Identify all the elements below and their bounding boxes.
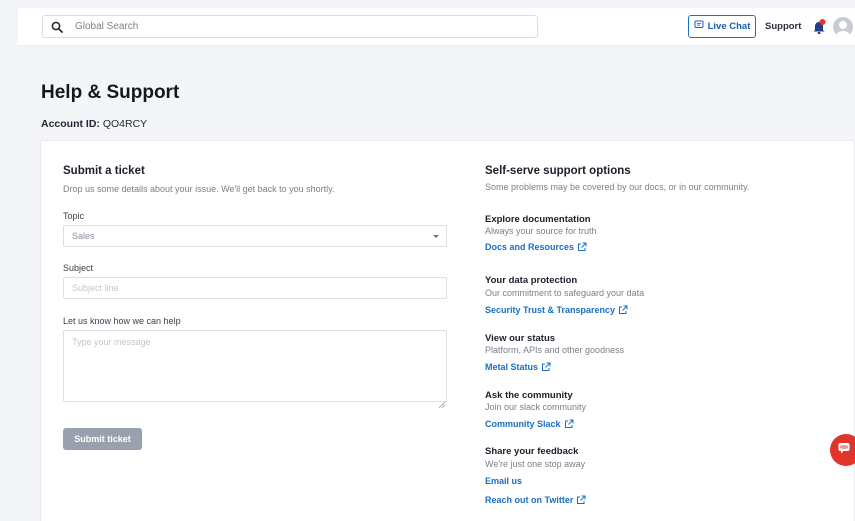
- chat-icon: [694, 20, 704, 33]
- link-label: Community Slack: [485, 419, 561, 429]
- chevron-down-icon: [433, 235, 439, 238]
- support-card: Submit a ticket Drop us some details abo…: [40, 140, 855, 521]
- link-label: Reach out on Twitter: [485, 495, 574, 505]
- external-link-icon: [577, 242, 587, 252]
- option-title: Ask the community: [485, 390, 573, 401]
- option-desc: Platform, APIs and other goodness: [485, 345, 625, 355]
- global-search[interactable]: [42, 15, 538, 38]
- page-title: Help & Support: [41, 82, 180, 103]
- top-bar: Live Chat Support: [18, 8, 855, 46]
- external-link-icon: [564, 419, 574, 429]
- live-chat-label: Live Chat: [707, 21, 751, 32]
- chat-bubble-icon: [838, 441, 850, 459]
- resize-grip-icon[interactable]: [438, 395, 446, 409]
- option-title: Explore documentation: [485, 214, 591, 225]
- option-desc: Our commitment to safeguard your data: [485, 288, 645, 298]
- external-link-icon: [541, 362, 551, 372]
- external-link-icon: [618, 305, 628, 315]
- account-id: Account ID: QO4RCY: [41, 118, 147, 130]
- search-icon: [51, 20, 65, 34]
- message-label: Let us know how we can help: [63, 316, 181, 326]
- external-link-icon: [576, 495, 586, 505]
- ticket-title: Submit a ticket: [63, 165, 145, 177]
- option-desc: Join our slack community: [485, 402, 587, 412]
- option-title: Your data protection: [485, 275, 578, 286]
- account-id-label: Account ID:: [41, 118, 100, 130]
- help-chat-fab[interactable]: [830, 434, 855, 466]
- metal-status-link[interactable]: Metal Status: [485, 362, 551, 372]
- live-chat-button[interactable]: Live Chat: [688, 15, 756, 38]
- self-serve-title: Self-serve support options: [485, 165, 631, 177]
- search-input[interactable]: [75, 21, 515, 32]
- twitter-link[interactable]: Reach out on Twitter: [485, 495, 586, 505]
- submit-ticket-button[interactable]: Submit ticket: [63, 428, 142, 450]
- support-link[interactable]: Support: [765, 21, 801, 32]
- option-desc: We're just one stop away: [485, 459, 586, 469]
- notification-bell-icon[interactable]: [811, 18, 827, 36]
- account-id-value: QO4RCY: [102, 118, 148, 130]
- email-us-link[interactable]: Email us: [485, 476, 522, 486]
- subject-input[interactable]: [63, 277, 447, 299]
- topic-value: Sales: [72, 231, 95, 241]
- message-textarea[interactable]: [63, 330, 447, 402]
- community-slack-link[interactable]: Community Slack: [485, 419, 574, 429]
- topic-label: Topic: [63, 211, 85, 221]
- option-desc: Always your source for truth: [485, 226, 597, 236]
- option-title: View our status: [485, 333, 556, 344]
- link-label: Security Trust & Transparency: [485, 305, 616, 315]
- link-label: Email us: [485, 476, 523, 486]
- ticket-subtitle: Drop us some details about your issue. W…: [63, 184, 335, 194]
- docs-resources-link[interactable]: Docs and Resources: [485, 242, 587, 252]
- avatar[interactable]: [833, 17, 853, 37]
- link-label: Metal Status: [485, 362, 539, 372]
- option-title: Share your feedback: [485, 446, 579, 457]
- link-label: Docs and Resources: [485, 242, 575, 252]
- security-trust-link[interactable]: Security Trust & Transparency: [485, 305, 628, 315]
- self-serve-subtitle: Some problems may be covered by our docs…: [485, 182, 750, 192]
- topic-select[interactable]: Sales: [63, 225, 447, 247]
- subject-label: Subject: [63, 263, 94, 273]
